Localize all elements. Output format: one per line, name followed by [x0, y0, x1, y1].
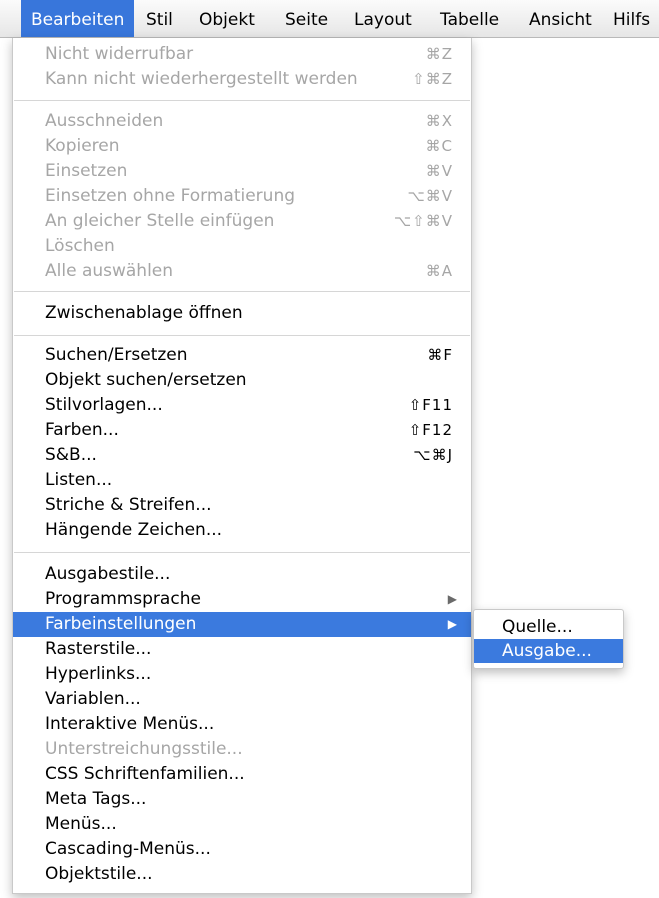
- menu-item-delete[interactable]: Löschen: [13, 234, 471, 259]
- menu-item-paste-without-formatting[interactable]: Einsetzen ohne Formatierung ⌥⌘V: [13, 184, 471, 209]
- menu-item-label: Einsetzen ohne Formatierung: [45, 186, 296, 206]
- shortcut-label: ⌘C: [425, 137, 453, 155]
- menu-item-menus[interactable]: Menüs...: [13, 812, 471, 837]
- shortcut-label: ⌥⌘J: [413, 446, 453, 464]
- shortcut-label: ⌘X: [425, 112, 453, 130]
- menu-item-label: Meta Tags...: [45, 789, 147, 809]
- shortcut-label: ⌘F: [427, 346, 453, 364]
- menu-item-grid-styles[interactable]: Rasterstile...: [13, 637, 471, 662]
- menu-item-label: Kopieren: [45, 136, 120, 156]
- menu-separator: [14, 100, 470, 101]
- menu-item-label: Objekt suchen/ersetzen: [45, 370, 247, 390]
- menubar-item-layout[interactable]: Layout: [344, 0, 422, 37]
- shortcut-label: ⌘A: [425, 262, 453, 280]
- menu-item-label: Ausschneiden: [45, 111, 164, 131]
- menu-item-label: Alle auswählen: [45, 261, 174, 281]
- menu-item-h-and-j[interactable]: S&B... ⌥⌘J: [13, 443, 471, 468]
- submenu-item-source[interactable]: Quelle...: [474, 615, 623, 639]
- menubar-item-tabelle[interactable]: Tabelle: [430, 0, 509, 37]
- menubar-item-stil[interactable]: Stil: [136, 0, 183, 37]
- shortcut-label: ⇧⌘Z: [412, 70, 453, 88]
- menu-bar: Bearbeiten Stil Objekt Seite Layout Tabe…: [0, 0, 659, 38]
- menu-item-label: Listen...: [45, 470, 113, 490]
- menu-item-cut[interactable]: Ausschneiden ⌘X: [13, 109, 471, 134]
- menu-item-open-clipboard[interactable]: Zwischenablage öffnen: [13, 301, 471, 326]
- menu-item-label: Menüs...: [45, 814, 117, 834]
- edit-menu-dropdown: Nicht widerrufbar ⌘Z Kann nicht wiederhe…: [12, 38, 472, 894]
- menu-item-label: Suchen/Ersetzen: [45, 345, 188, 365]
- menu-item-label: Cascading-Menüs...: [45, 839, 211, 859]
- menu-item-css-font-families[interactable]: CSS Schriftenfamilien...: [13, 762, 471, 787]
- menu-item-copy[interactable]: Kopieren ⌘C: [13, 134, 471, 159]
- menubar-item-bearbeiten[interactable]: Bearbeiten: [21, 0, 135, 37]
- menu-item-label: Farbeinstellungen: [45, 614, 197, 634]
- menu-item-hanging-characters[interactable]: Hängende Zeichen...: [13, 518, 471, 543]
- menu-item-paste-in-place[interactable]: An gleicher Stelle einfügen ⌥⇧⌘V: [13, 209, 471, 234]
- menu-item-lists[interactable]: Listen...: [13, 468, 471, 493]
- menu-item-paste[interactable]: Einsetzen ⌘V: [13, 159, 471, 184]
- submenu-item-label: Quelle...: [502, 617, 573, 637]
- shortcut-label: ⌘Z: [425, 45, 453, 63]
- menu-item-label: Rasterstile...: [45, 639, 152, 659]
- shortcut-label: ⌥⇧⌘V: [393, 212, 453, 230]
- menu-separator: [14, 552, 470, 553]
- menu-item-meta-tags[interactable]: Meta Tags...: [13, 787, 471, 812]
- menu-item-label: Farben...: [45, 420, 119, 440]
- menu-item-label: Programmsprache: [45, 589, 201, 609]
- submenu-arrow-icon: ▶: [447, 617, 457, 631]
- menu-item-find-replace-object[interactable]: Objekt suchen/ersetzen: [13, 368, 471, 393]
- menu-item-label: Kann nicht wiederhergestellt werden: [45, 69, 358, 89]
- menu-item-label: Unterstreichungsstile...: [45, 739, 243, 759]
- submenu-item-output[interactable]: Ausgabe...: [474, 639, 623, 663]
- menu-item-label: Einsetzen: [45, 161, 128, 181]
- menu-item-label: CSS Schriftenfamilien...: [45, 764, 245, 784]
- menu-item-label: Löschen: [45, 236, 115, 256]
- menubar-item-ansicht[interactable]: Ansicht: [519, 0, 602, 37]
- menu-item-label: Hängende Zeichen...: [45, 520, 223, 540]
- menu-item-label: Objektstile...: [45, 864, 153, 884]
- menu-item-label: Hyperlinks...: [45, 664, 152, 684]
- menu-item-style-sheets[interactable]: Stilvorlagen... ⇧F11: [13, 393, 471, 418]
- menu-item-undo[interactable]: Nicht widerrufbar ⌘Z: [13, 42, 471, 67]
- menu-item-label: Interaktive Menüs...: [45, 714, 215, 734]
- menubar-item-hilfs[interactable]: Hilfs: [603, 0, 659, 37]
- menu-item-find-replace[interactable]: Suchen/Ersetzen ⌘F: [13, 343, 471, 368]
- menu-item-object-styles[interactable]: Objektstile...: [13, 862, 471, 887]
- menu-item-label: S&B...: [45, 445, 97, 465]
- shortcut-label: ⇧F11: [408, 396, 453, 414]
- menu-item-label: Zwischenablage öffnen: [45, 303, 243, 323]
- menu-item-underline-styles[interactable]: Unterstreichungsstile...: [13, 737, 471, 762]
- menu-item-label: An gleicher Stelle einfügen: [45, 211, 275, 231]
- shortcut-label: ⇧F12: [408, 421, 453, 439]
- menu-item-label: Ausgabestile...: [45, 564, 171, 584]
- menubar-item-objekt[interactable]: Objekt: [189, 0, 265, 37]
- menu-item-color-settings[interactable]: Farbeinstellungen ▶: [13, 612, 471, 637]
- menubar-item-seite[interactable]: Seite: [275, 0, 338, 37]
- menu-item-output-styles[interactable]: Ausgabestile...: [13, 562, 471, 587]
- menu-item-label: Variablen...: [45, 689, 141, 709]
- submenu-arrow-icon: ▶: [447, 592, 457, 606]
- menu-item-colors[interactable]: Farben... ⇧F12: [13, 418, 471, 443]
- menu-item-label: Stilvorlagen...: [45, 395, 163, 415]
- menu-item-dashes-stripes[interactable]: Striche & Streifen...: [13, 493, 471, 518]
- menu-item-interactive-menus[interactable]: Interaktive Menüs...: [13, 712, 471, 737]
- menu-item-redo[interactable]: Kann nicht wiederhergestellt werden ⇧⌘Z: [13, 67, 471, 92]
- menu-item-label: Striche & Streifen...: [45, 495, 212, 515]
- menu-item-label: Nicht widerrufbar: [45, 44, 194, 64]
- menu-item-variables[interactable]: Variablen...: [13, 687, 471, 712]
- shortcut-label: ⌘V: [425, 162, 453, 180]
- menu-item-hyperlinks[interactable]: Hyperlinks...: [13, 662, 471, 687]
- menu-item-cascading-menus[interactable]: Cascading-Menüs...: [13, 837, 471, 862]
- menu-item-select-all[interactable]: Alle auswählen ⌘A: [13, 259, 471, 284]
- submenu-item-label: Ausgabe...: [502, 641, 592, 661]
- shortcut-label: ⌥⌘V: [407, 187, 453, 205]
- menu-separator: [14, 335, 470, 336]
- menu-item-program-language[interactable]: Programmsprache ▶: [13, 587, 471, 612]
- color-settings-submenu: Quelle... Ausgabe...: [473, 609, 624, 669]
- menu-separator: [14, 291, 470, 292]
